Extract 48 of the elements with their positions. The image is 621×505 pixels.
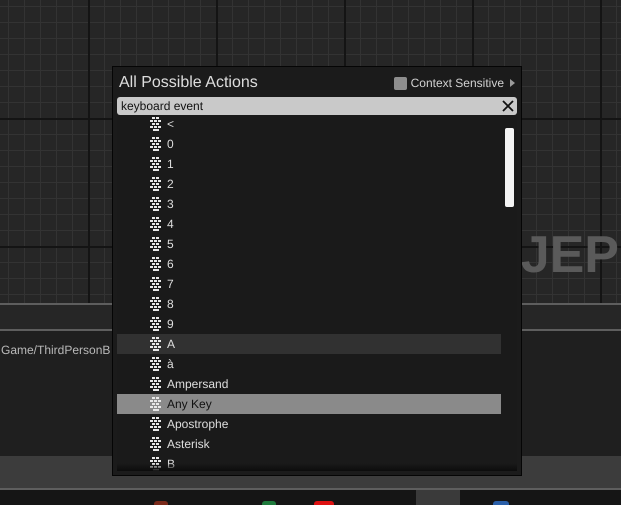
context-sensitive-checkbox[interactable] (394, 76, 407, 90)
action-item[interactable]: Apostrophe (117, 414, 501, 434)
action-item[interactable]: Asterisk (117, 434, 501, 454)
keyboard-icon (149, 237, 163, 251)
action-item[interactable]: Any Key (117, 394, 501, 414)
keyboard-icon (149, 277, 163, 291)
keyboard-icon (149, 437, 163, 451)
keyboard-icon (149, 377, 163, 391)
menu-title: All Possible Actions (119, 74, 259, 92)
action-item[interactable]: 8 (117, 294, 501, 314)
action-item[interactable]: 3 (117, 194, 501, 214)
action-item[interactable]: 4 (117, 214, 501, 234)
keyboard-icon (149, 317, 163, 331)
taskbar-icon[interactable] (493, 501, 509, 505)
keyboard-icon (149, 457, 163, 471)
action-item[interactable]: 5 (117, 234, 501, 254)
keyboard-icon (149, 257, 163, 271)
action-item[interactable]: 0 (117, 134, 501, 154)
keyboard-icon (149, 397, 163, 411)
action-item[interactable]: Ampersand (117, 374, 501, 394)
action-item[interactable]: 6 (117, 254, 501, 274)
triangle-icon[interactable] (510, 79, 515, 87)
asset-path: Game/ThirdPersonB (1, 342, 110, 357)
keyboard-icon (149, 197, 163, 211)
action-item[interactable]: à (117, 354, 501, 374)
taskbar-icon[interactable] (154, 501, 168, 505)
close-icon[interactable] (502, 100, 514, 112)
taskbar-icon[interactable] (314, 501, 334, 505)
context-sensitive-label[interactable]: Context Sensitive (410, 76, 504, 90)
action-item[interactable]: < (117, 115, 501, 134)
action-item[interactable]: 9 (117, 314, 501, 334)
keyboard-icon (149, 157, 163, 171)
taskbar-icon[interactable] (262, 501, 276, 505)
keyboard-icon (149, 117, 163, 131)
keyboard-icon (149, 177, 163, 191)
keyboard-icon (149, 357, 163, 371)
action-item[interactable]: 2 (117, 174, 501, 194)
keyboard-icon (149, 137, 163, 151)
action-item[interactable]: 7 (117, 274, 501, 294)
keyboard-icon (149, 417, 163, 431)
action-item[interactable]: 1 (117, 154, 501, 174)
search-field[interactable]: keyboard event (117, 97, 517, 115)
scrollbar-thumb[interactable] (505, 128, 514, 207)
action-item[interactable]: A (117, 334, 501, 354)
graph-watermark: JEP (520, 225, 619, 286)
keyboard-icon (149, 297, 163, 311)
keyboard-icon (149, 217, 163, 231)
keyboard-icon (149, 337, 163, 351)
